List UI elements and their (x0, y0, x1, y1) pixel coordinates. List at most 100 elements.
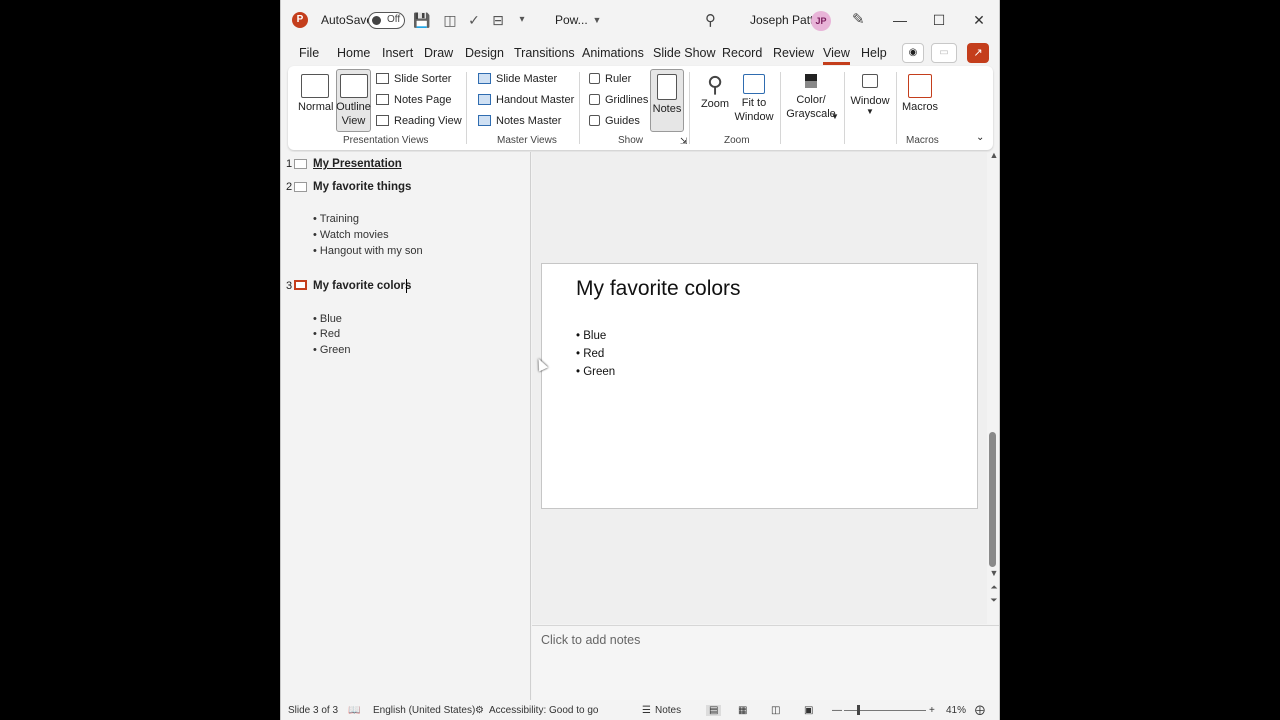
customize-toolbar-icon[interactable]: ▾ (513, 11, 531, 29)
previous-slide-icon[interactable]: ⏶ (988, 582, 999, 593)
current-slide[interactable]: My favorite colors • Blue • Red • Green (541, 263, 978, 509)
slide-bullet[interactable]: • Green (576, 366, 615, 378)
user-name[interactable]: Joseph Patti (750, 13, 816, 27)
guides-checkbox[interactable]: Guides (589, 115, 640, 127)
next-slide-icon[interactable]: ⏷ (988, 595, 999, 606)
normal-view-icon[interactable]: ▤ (706, 705, 722, 716)
notes-label: Notes (652, 103, 682, 115)
zoom-label: Zoom (700, 98, 730, 110)
zoom-in-icon[interactable]: + (929, 705, 935, 716)
toggle-knob (372, 16, 381, 25)
handout-master-button[interactable]: Handout Master (478, 94, 574, 106)
slide-icon[interactable] (294, 182, 307, 192)
slide-icon[interactable] (294, 159, 307, 169)
zoom-out-icon[interactable]: — (832, 705, 842, 716)
present-from-start-icon[interactable]: ◫ (441, 11, 459, 29)
search-icon[interactable]: ⚲ (705, 11, 716, 29)
notes-button[interactable]: Notes (650, 74, 684, 115)
pen-icon[interactable]: ✎ (852, 10, 865, 28)
tab-view[interactable]: View (823, 46, 850, 65)
scroll-down-icon[interactable]: ▼ (988, 568, 999, 578)
save-icon[interactable]: 💾 (413, 11, 431, 29)
comments-button[interactable]: ▭ (931, 43, 957, 63)
slide-icon[interactable] (294, 280, 307, 290)
reading-view-label: Reading View (394, 115, 462, 127)
slide-sorter-icon[interactable]: ▦ (738, 705, 747, 716)
zoom-button[interactable]: ⚲ Zoom (698, 72, 732, 110)
normal-view-button[interactable]: Normal (298, 74, 333, 113)
gridlines-checkbox[interactable]: Gridlines (589, 94, 648, 106)
maximize-button[interactable]: ☐ (927, 9, 951, 31)
outline-pane[interactable]: 1 My Presentation 2 My favorite things •… (281, 152, 531, 700)
tab-file[interactable]: File (299, 46, 319, 60)
ribbon-view: Normal Outline View Slide Sorter Notes P… (288, 66, 993, 150)
vertical-scrollbar-thumb[interactable] (989, 432, 996, 567)
outline-slide-title[interactable]: My favorite colors (313, 280, 411, 292)
share-button[interactable]: ↗ (967, 43, 989, 63)
notes-toggle[interactable]: Notes (655, 705, 681, 716)
tab-insert[interactable]: Insert (382, 46, 413, 60)
tab-draw[interactable]: Draw (424, 46, 453, 60)
divider (844, 72, 845, 144)
autosave-toggle[interactable]: Off (368, 12, 405, 29)
tab-home[interactable]: Home (337, 46, 370, 60)
spelling-icon[interactable]: ✓ (465, 11, 483, 29)
language[interactable]: English (United States) (373, 705, 475, 716)
gridlines-label: Gridlines (605, 94, 649, 106)
master-views-group-label: Master Views (497, 135, 557, 146)
tab-animations[interactable]: Animations (582, 46, 644, 60)
minimize-button[interactable]: — (888, 9, 912, 31)
outline-slide-title[interactable]: My Presentation (313, 158, 402, 170)
notes-placeholder[interactable]: Click to add notes (541, 633, 640, 647)
color-grayscale-button[interactable]: Color/ Grayscale (785, 74, 837, 120)
macros-button[interactable]: Macros (900, 74, 940, 113)
zoom-slider-thumb[interactable] (857, 705, 860, 715)
scroll-up-icon[interactable]: ▲ (988, 150, 999, 160)
outline-bullet[interactable]: • Green (313, 344, 350, 356)
reading-view-button[interactable]: Reading View (376, 115, 462, 127)
tab-slide-show[interactable]: Slide Show (653, 46, 716, 60)
reading-view-icon[interactable]: ◫ (771, 705, 780, 716)
tab-design[interactable]: Design (465, 46, 504, 60)
slide-sorter-button[interactable]: Slide Sorter (376, 73, 451, 85)
outline-bullet[interactable]: • Blue (313, 313, 342, 325)
tab-transitions[interactable]: Transitions (514, 46, 575, 60)
slide-show-icon[interactable]: ▣ (804, 705, 813, 716)
avatar[interactable]: JP (811, 11, 831, 31)
notes-master-button[interactable]: Notes Master (478, 115, 561, 127)
record-button[interactable]: ◉ (902, 43, 924, 63)
tab-help[interactable]: Help (861, 46, 887, 60)
strikethrough-icon[interactable]: ⊟ (489, 11, 507, 29)
slide-bullet[interactable]: • Blue (576, 330, 606, 342)
slide-master-label: Slide Master (496, 73, 558, 85)
chevron-down-icon[interactable]: ▼ (588, 11, 606, 29)
close-button[interactable]: ✕ (967, 9, 991, 31)
show-dialog-launcher-icon[interactable]: ⇲ (680, 136, 688, 147)
fit-to-window-button[interactable]: Fit to Window (734, 74, 774, 123)
spell-check-icon[interactable]: 📖 (348, 705, 360, 716)
document-name[interactable]: Pow... (555, 13, 588, 27)
accessibility-status[interactable]: Accessibility: Good to go (489, 705, 599, 716)
outline-bullet[interactable]: • Hangout with my son (313, 245, 423, 257)
ruler-checkbox[interactable]: Ruler (589, 73, 631, 85)
slide-bullet[interactable]: • Red (576, 348, 604, 360)
outline-bullet[interactable]: • Red (313, 328, 340, 340)
notes-page-label: Notes Page (394, 94, 452, 106)
slide-title[interactable]: My favorite colors (576, 277, 741, 301)
slide-master-button[interactable]: Slide Master (478, 73, 557, 85)
fit-slide-icon[interactable]: ⨁ (975, 705, 985, 716)
window-button[interactable]: Window ▼ (848, 74, 892, 116)
title-bar: P AutoSave Off 💾 ◫ ✓ ⊟ ▾ Pow... ▼ ⚲ Jose… (281, 0, 999, 40)
tab-record[interactable]: Record (722, 46, 762, 60)
tab-review[interactable]: Review (773, 46, 814, 60)
zoom-percentage[interactable]: 41% (946, 705, 966, 716)
outline-bullet[interactable]: • Watch movies (313, 229, 389, 241)
outline-view-button[interactable]: Outline View (336, 74, 371, 127)
outline-bullet[interactable]: • Training (313, 213, 359, 225)
notes-page-button[interactable]: Notes Page (376, 94, 451, 106)
collapse-ribbon-icon[interactable]: ⌄ (976, 132, 984, 143)
show-group-label: Show (618, 135, 644, 146)
notes-pane[interactable]: Click to add notes (532, 625, 999, 700)
slide-sorter-label: Slide Sorter (394, 73, 452, 85)
outline-slide-title[interactable]: My favorite things (313, 181, 411, 193)
